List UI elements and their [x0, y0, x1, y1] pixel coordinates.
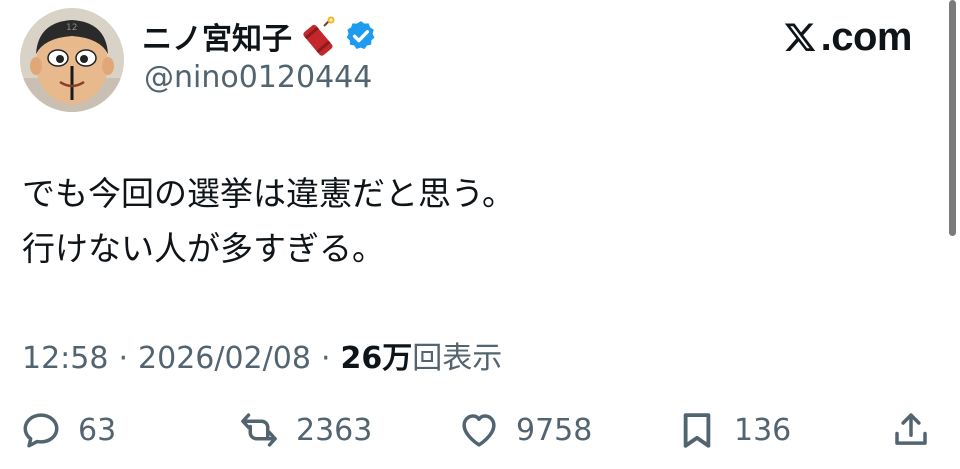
share-icon — [890, 409, 932, 451]
display-name-text[interactable]: ニノ宮知子 — [142, 14, 292, 58]
svg-text:12: 12 — [66, 23, 77, 33]
meta-separator: · — [320, 341, 331, 376]
scrollbar[interactable] — [949, 0, 956, 236]
retweet-count: 2363 — [296, 412, 373, 448]
x-logo-icon — [783, 20, 817, 54]
like-button[interactable]: 9758 — [458, 404, 592, 456]
x-com-brand[interactable]: .com — [783, 14, 913, 60]
retweet-button[interactable]: 2363 — [238, 404, 372, 456]
tweet-time[interactable]: 12:58 — [22, 341, 108, 376]
views-count[interactable]: 26万 — [340, 333, 412, 377]
action-bar: 63 2363 9758 136 — [0, 404, 960, 456]
tweet-text-line: でも今回の選挙は違憲だと思う。 — [22, 174, 516, 213]
tweet-card: 12 ニノ宮知子 @nino0120444 .com でも今回の選挙は違憲だと思… — [0, 0, 960, 469]
display-name[interactable]: ニノ宮知子 — [142, 14, 378, 58]
heart-icon — [458, 409, 500, 451]
avatar[interactable]: 12 — [20, 8, 124, 112]
views-label: 回表示 — [412, 341, 503, 376]
meta-separator: · — [118, 341, 129, 376]
tweet-date[interactable]: 2026/02/08 — [138, 341, 311, 376]
reply-count: 63 — [78, 412, 117, 448]
reply-icon — [20, 409, 62, 451]
user-handle[interactable]: @nino0120444 — [144, 60, 372, 95]
bookmark-button[interactable]: 136 — [676, 404, 791, 456]
retweet-icon — [238, 409, 280, 451]
share-button[interactable] — [890, 404, 932, 456]
bookmark-icon — [676, 409, 718, 451]
brand-text: .com — [820, 14, 913, 59]
bookmark-count: 136 — [734, 412, 792, 448]
firecracker-emoji-icon — [298, 16, 336, 56]
avatar-image: 12 — [20, 8, 124, 112]
verified-badge-icon[interactable] — [344, 19, 378, 53]
reply-button[interactable]: 63 — [20, 404, 116, 456]
tweet-text: でも今回の選挙は違憲だと思う。 行けない人が多すぎる。 — [22, 166, 515, 276]
tweet-meta: 12:58 · 2026/02/08 · 26万 回表示 — [22, 333, 502, 377]
tweet-text-line: 行けない人が多すぎる。 — [22, 229, 385, 268]
like-count: 9758 — [516, 412, 593, 448]
